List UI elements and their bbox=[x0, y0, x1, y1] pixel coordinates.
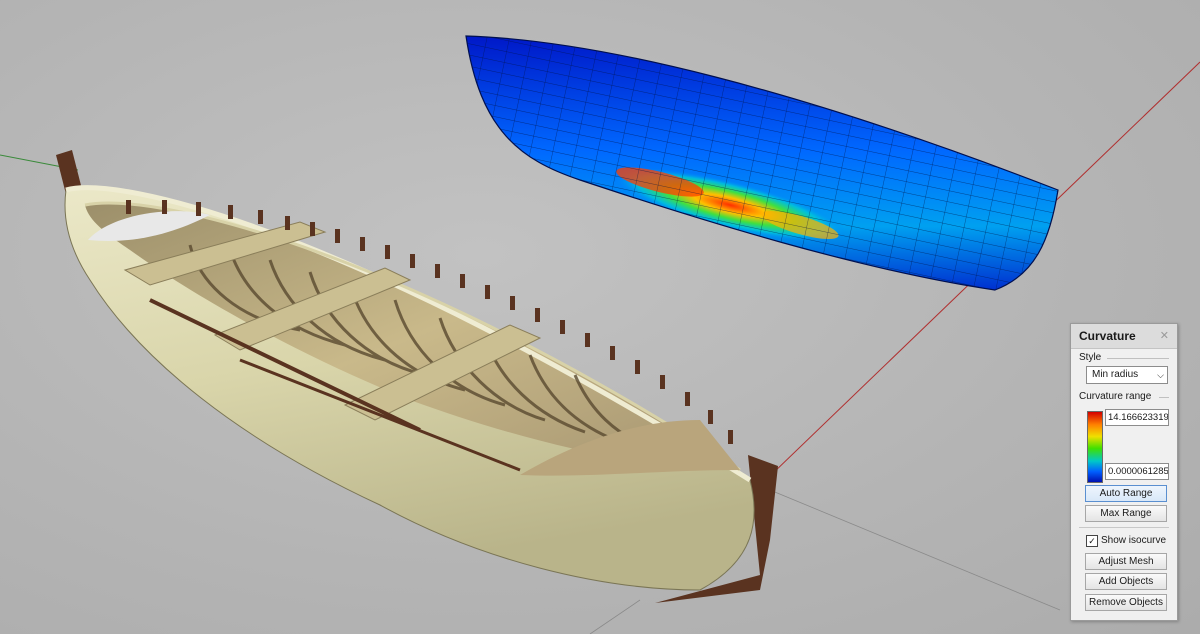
panel-header: Curvature ✕ bbox=[1071, 324, 1177, 349]
adjust-mesh-button[interactable]: Adjust Mesh bbox=[1085, 553, 1167, 570]
max-range-button[interactable]: Max Range bbox=[1085, 505, 1167, 522]
style-label: Style bbox=[1079, 352, 1102, 363]
show-isocurve-label: Show isocurve bbox=[1101, 535, 1167, 546]
range-divider bbox=[1159, 397, 1169, 398]
style-select-value: Min radius bbox=[1092, 369, 1139, 380]
ground-line bbox=[769, 489, 1061, 611]
3d-viewport[interactable]: Curvature ✕ Style Min radius ⌵ Curvature… bbox=[0, 0, 1200, 634]
curvature-panel: Curvature ✕ Style Min radius ⌵ Curvature… bbox=[1070, 323, 1178, 621]
curvature-range-label: Curvature range bbox=[1079, 391, 1152, 402]
remove-objects-button[interactable]: Remove Objects bbox=[1085, 594, 1167, 611]
chevron-down-icon: ⌵ bbox=[1157, 370, 1164, 380]
range-min-field[interactable]: 0.0000061285 bbox=[1105, 463, 1169, 480]
style-divider bbox=[1107, 358, 1169, 359]
ground-line-2 bbox=[589, 599, 641, 634]
section-separator bbox=[1079, 527, 1169, 528]
range-max-field[interactable]: 14.166623319 bbox=[1105, 409, 1169, 426]
color-scale-bar bbox=[1087, 411, 1103, 483]
auto-range-button[interactable]: Auto Range bbox=[1085, 485, 1167, 502]
viewport-scene bbox=[0, 20, 1200, 634]
curvature-surface[interactable] bbox=[440, 20, 1080, 310]
show-isocurve-checkbox[interactable]: ✓ bbox=[1086, 535, 1098, 547]
close-icon[interactable]: ✕ bbox=[1160, 329, 1169, 342]
style-select[interactable]: Min radius ⌵ bbox=[1086, 366, 1168, 384]
panel-title: Curvature bbox=[1079, 329, 1136, 343]
wooden-boat-model[interactable] bbox=[56, 150, 778, 603]
add-objects-button[interactable]: Add Objects bbox=[1085, 573, 1167, 590]
